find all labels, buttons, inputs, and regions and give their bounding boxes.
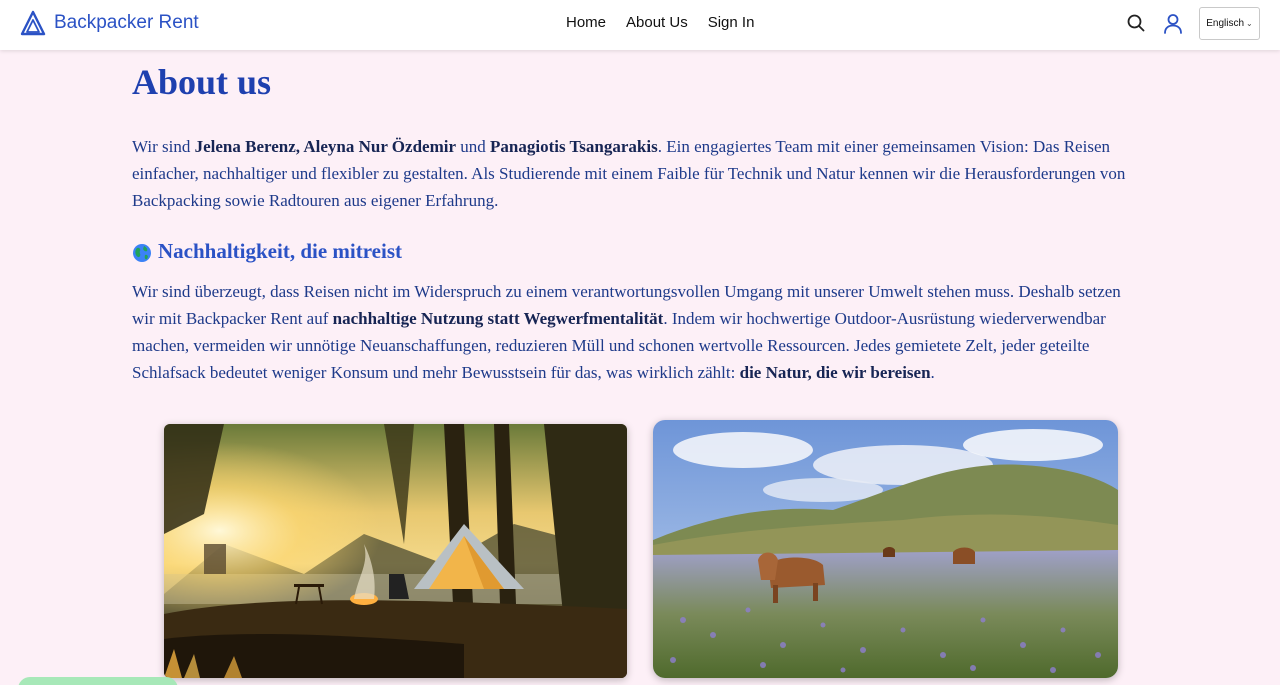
sustainability-paragraph: Wir sind überzeugt, dass Reisen nicht im…: [132, 278, 1142, 386]
section-bold-2: die Natur, die wir bereisen: [739, 363, 931, 382]
nav-sign-in-link[interactable]: Sign In: [708, 13, 755, 33]
mountain-logo-icon: [20, 10, 46, 36]
intro-paragraph: Wir sind Jelena Berenz, Aleyna Nur Özdem…: [132, 133, 1142, 214]
language-select-value: Englisch: [1206, 18, 1245, 29]
section-text-3: .: [930, 363, 935, 382]
section-bold-1: nachhaltige Nutzung statt Wegwerfmentali…: [332, 309, 664, 328]
chevron-down-icon: ⌄: [1246, 19, 1253, 28]
camping-photo: [164, 424, 627, 678]
main-nav: Home About Us Sign In: [566, 13, 754, 33]
intro-text-2: und: [456, 137, 491, 156]
sustainability-heading: Nachhaltigkeit, die mitreist: [132, 236, 402, 266]
sustainability-heading-text: Nachhaltigkeit, die mitreist: [158, 239, 403, 263]
nav-about-us-link[interactable]: About Us: [626, 13, 688, 33]
meadow-cows-photo: [653, 420, 1118, 678]
intro-team-name-last: Panagiotis Tsangarakis: [490, 137, 658, 156]
floating-chat-tab[interactable]: [18, 677, 178, 685]
language-select[interactable]: Englisch ⌄: [1199, 7, 1260, 40]
search-icon[interactable]: [1125, 12, 1149, 36]
intro-team-names: Jelena Berenz, Aleyna Nur Özdemir: [194, 137, 457, 156]
intro-text-1: Wir sind: [132, 137, 195, 156]
globe-icon: [132, 241, 152, 262]
nav-home-link[interactable]: Home: [566, 13, 606, 33]
brand-logo-link[interactable]: Backpacker Rent: [20, 10, 199, 36]
brand-name: Backpacker Rent: [54, 12, 199, 33]
user-account-icon[interactable]: [1161, 12, 1185, 36]
top-navigation-bar: Backpacker Rent Home About Us Sign In En…: [0, 0, 1280, 50]
page-title: About us: [132, 62, 272, 102]
